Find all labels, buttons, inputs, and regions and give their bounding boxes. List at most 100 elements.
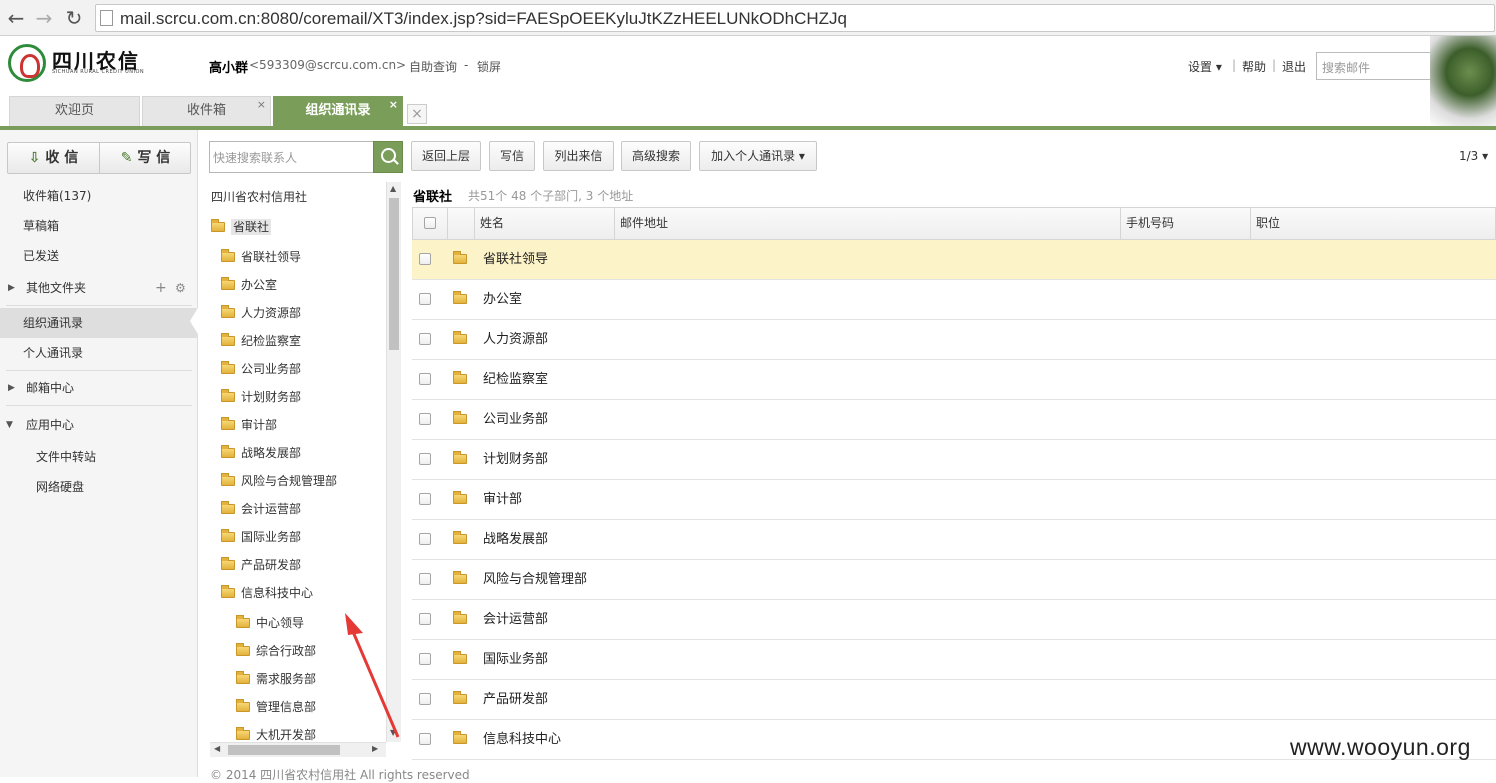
sidebar-item-org-contacts[interactable]: 组织通讯录 [0, 308, 198, 338]
row-name[interactable]: 办公室 [483, 280, 522, 320]
scroll-right-icon[interactable]: ▶ [372, 744, 378, 753]
close-icon[interactable]: × [257, 91, 266, 119]
row-name[interactable]: 人力资源部 [483, 320, 548, 360]
write-button[interactable]: ✎ 写 信 [100, 143, 191, 173]
row-checkbox[interactable] [419, 573, 431, 585]
gear-icon[interactable]: ⚙ [175, 273, 186, 303]
tree-root[interactable]: 四川省农村信用社 [211, 185, 307, 209]
tree-subitem[interactable]: 需求服务部 [236, 667, 316, 691]
row-checkbox[interactable] [419, 613, 431, 625]
tree-subitem[interactable]: 中心领导 [236, 611, 304, 635]
triangle-right-icon[interactable]: ▶ [8, 373, 15, 403]
table-row[interactable]: 会计运营部 [412, 600, 1496, 640]
sidebar-item-other-folders[interactable]: ▶ 其他文件夹 + ⚙ [0, 273, 198, 303]
reload-icon[interactable]: ↻ [62, 6, 86, 30]
row-name[interactable]: 国际业务部 [483, 640, 548, 680]
row-checkbox[interactable] [419, 693, 431, 705]
row-checkbox[interactable] [419, 453, 431, 465]
help-link[interactable]: 帮助 [1242, 58, 1266, 75]
table-row[interactable]: 风险与合规管理部 [412, 560, 1496, 600]
tree-item[interactable]: 人力资源部 [221, 301, 301, 325]
tree-item[interactable]: 会计运营部 [221, 497, 301, 521]
row-name[interactable]: 省联社领导 [483, 240, 548, 280]
pager[interactable]: 1/3 ▾ [1459, 149, 1488, 163]
table-row[interactable]: 战略发展部 [412, 520, 1496, 560]
tree-subitem[interactable]: 管理信息部 [236, 695, 316, 719]
tree-item-current[interactable]: 省联社 [211, 215, 272, 239]
table-row[interactable]: 省联社领导 [412, 240, 1496, 280]
row-name[interactable]: 信息科技中心 [483, 720, 561, 760]
search-icon[interactable] [373, 141, 403, 173]
close-icon[interactable]: × [389, 91, 398, 119]
scroll-left-icon[interactable]: ◀ [214, 744, 220, 753]
write-mail-button[interactable]: 写信 [489, 141, 535, 171]
sidebar-item-drafts[interactable]: 草稿箱 [0, 211, 198, 241]
row-name[interactable]: 产品研发部 [483, 680, 548, 720]
close-all-tabs-icon[interactable]: × [407, 104, 427, 124]
column-position[interactable]: 职位 [1250, 208, 1495, 239]
table-row[interactable]: 办公室 [412, 280, 1496, 320]
table-row[interactable]: 产品研发部 [412, 680, 1496, 720]
tree-item[interactable]: 信息科技中心 [221, 581, 313, 605]
table-row[interactable]: 计划财务部 [412, 440, 1496, 480]
receive-button[interactable]: ⇩ 收 信 [8, 143, 99, 173]
tree-item[interactable]: 办公室 [221, 273, 277, 297]
lock-screen-link[interactable]: 锁屏 [477, 58, 501, 75]
row-name[interactable]: 风险与合规管理部 [483, 560, 587, 600]
sidebar-item-sent[interactable]: 已发送 [0, 241, 198, 271]
row-checkbox[interactable] [419, 373, 431, 385]
table-row[interactable]: 公司业务部 [412, 400, 1496, 440]
row-checkbox[interactable] [419, 333, 431, 345]
scroll-thumb[interactable] [389, 198, 399, 350]
row-name[interactable]: 计划财务部 [483, 440, 548, 480]
add-folder-icon[interactable]: + [155, 273, 167, 303]
tree-item[interactable]: 公司业务部 [221, 357, 301, 381]
tree-item[interactable]: 纪检监察室 [221, 329, 301, 353]
column-name[interactable]: 姓名 [474, 208, 614, 239]
row-name[interactable]: 审计部 [483, 480, 522, 520]
tab-org-contacts[interactable]: 组织通讯录 × [273, 96, 403, 126]
row-checkbox[interactable] [419, 493, 431, 505]
forward-arrow-icon[interactable]: → [32, 6, 56, 30]
sidebar-item-mailbox-center[interactable]: ▶ 邮箱中心 [0, 373, 198, 403]
scroll-up-icon[interactable]: ▲ [390, 184, 396, 193]
tree-item[interactable]: 战略发展部 [221, 441, 301, 465]
self-query-link[interactable]: 自助查询 [409, 58, 457, 75]
tree-subitem[interactable]: 大机开发部 [236, 723, 316, 742]
tree-item[interactable]: 审计部 [221, 413, 277, 437]
tree-item[interactable]: 计划财务部 [221, 385, 301, 409]
triangle-down-icon[interactable]: ▼ [6, 410, 13, 440]
contact-search-input[interactable]: 快速搜索联系人 [209, 141, 374, 173]
column-email[interactable]: 邮件地址 [614, 208, 1120, 239]
row-checkbox[interactable] [419, 293, 431, 305]
back-arrow-icon[interactable]: ← [4, 6, 28, 30]
sidebar-item-personal-contacts[interactable]: 个人通讯录 [0, 338, 198, 368]
sidebar-item-inbox[interactable]: 收件箱(137) [0, 181, 198, 211]
table-row[interactable]: 人力资源部 [412, 320, 1496, 360]
row-checkbox[interactable] [419, 253, 431, 265]
tree-item[interactable]: 风险与合规管理部 [221, 469, 337, 493]
scroll-thumb[interactable] [228, 745, 340, 755]
list-mail-button[interactable]: 列出来信 [543, 141, 614, 171]
address-bar[interactable]: mail.scrcu.com.cn:8080/coremail/XT3/inde… [95, 4, 1495, 32]
advanced-search-button[interactable]: 高级搜索 [621, 141, 691, 171]
row-checkbox[interactable] [419, 533, 431, 545]
row-name[interactable]: 战略发展部 [483, 520, 548, 560]
row-checkbox[interactable] [419, 733, 431, 745]
add-personal-contacts-button[interactable]: 加入个人通讯录 ▾ [699, 141, 817, 171]
table-row[interactable]: 国际业务部 [412, 640, 1496, 680]
tree-item[interactable]: 省联社领导 [221, 245, 301, 269]
tab-welcome[interactable]: 欢迎页 [9, 96, 140, 126]
row-checkbox[interactable] [419, 653, 431, 665]
table-row[interactable]: 审计部 [412, 480, 1496, 520]
select-all-checkbox[interactable] [424, 217, 436, 229]
sidebar-item-net-disk[interactable]: 网络硬盘 [0, 472, 198, 502]
row-name[interactable]: 公司业务部 [483, 400, 548, 440]
sidebar-item-app-center[interactable]: ▼ 应用中心 [0, 410, 198, 440]
row-checkbox[interactable] [419, 413, 431, 425]
table-row[interactable]: 纪检监察室 [412, 360, 1496, 400]
back-button[interactable]: 返回上层 [411, 141, 481, 171]
sidebar-item-file-transfer[interactable]: 文件中转站 [0, 442, 198, 472]
tree-subitem[interactable]: 综合行政部 [236, 639, 316, 663]
settings-menu[interactable]: 设置 ▾ [1188, 58, 1222, 75]
